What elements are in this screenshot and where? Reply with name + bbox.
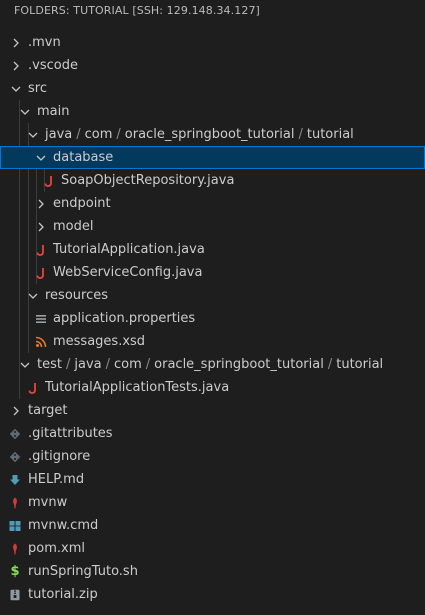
- chevron-right-icon: [8, 31, 24, 54]
- chevron-right-icon: [33, 192, 49, 215]
- chevron-right-icon: [8, 54, 24, 77]
- windows-icon: [7, 514, 23, 537]
- chevron-down-icon: [25, 123, 41, 146]
- tree-item-gitignore[interactable]: .gitignore: [0, 445, 425, 468]
- tree-item-mvnw[interactable]: mvnw: [0, 491, 425, 514]
- tree-item-tutorial-tests[interactable]: TutorialApplicationTests.java: [0, 376, 425, 399]
- path-segment[interactable]: java: [74, 357, 101, 372]
- compact-folder-path: java / com / oracle_springboot_tutorial / tuto…: [45, 123, 354, 146]
- tree-item-label: .vscode: [28, 58, 78, 73]
- tree-item-label: mvnw.cmd: [28, 518, 99, 533]
- tree-item-label: .gitignore: [28, 449, 91, 464]
- tree-item-label: src: [28, 81, 47, 96]
- path-segment[interactable]: tutorial: [307, 127, 354, 142]
- shell-dollar-icon: $: [10, 564, 20, 579]
- tree-item-application-properties[interactable]: application.properties: [0, 307, 425, 330]
- maven-icon: [7, 491, 23, 514]
- path-segment[interactable]: java: [45, 127, 72, 142]
- tree-item-label: mvnw: [28, 495, 68, 510]
- path-segment[interactable]: tutorial: [336, 357, 383, 372]
- tree-item-gitattributes[interactable]: .gitattributes: [0, 422, 425, 445]
- tree-item-target[interactable]: target: [0, 399, 425, 422]
- zip-file-icon: [7, 583, 23, 606]
- chevron-down-icon: [25, 284, 41, 307]
- tree-item-mvn[interactable]: .mvn: [0, 31, 425, 54]
- tree-item-pom-xml[interactable]: pom.xml: [0, 537, 425, 560]
- tree-item-run-sh[interactable]: $ runSpringTuto.sh: [0, 560, 425, 583]
- tree-item-label: resources: [45, 288, 109, 303]
- chevron-down-icon: [8, 77, 24, 100]
- chevron-down-icon: [17, 353, 33, 376]
- path-separator: /: [65, 357, 71, 372]
- tree-item-messages-xsd[interactable]: messages.xsd: [0, 330, 425, 353]
- tree-item-model[interactable]: model: [0, 215, 425, 238]
- tree-item-label: .gitattributes: [28, 426, 113, 441]
- compact-folder-path: test / java / com / oracle_springboot_tutorial…: [37, 353, 383, 376]
- tree-item-resources[interactable]: resources: [0, 284, 425, 307]
- tree-item-label: model: [53, 219, 94, 234]
- java-icon: [25, 376, 41, 399]
- path-segment[interactable]: oracle_springboot_tutorial: [154, 357, 324, 372]
- path-separator: /: [145, 357, 151, 372]
- path-segment[interactable]: test: [37, 357, 62, 372]
- java-icon: [33, 261, 49, 284]
- markdown-icon: [7, 468, 23, 491]
- path-segment[interactable]: com: [114, 357, 142, 372]
- tree-item-label: database: [53, 150, 114, 165]
- tree-item-java-package[interactable]: java / com / oracle_springboot_tutorial / tuto…: [0, 123, 425, 146]
- tree-item-tutorial-zip[interactable]: tutorial.zip: [0, 583, 425, 606]
- git-icon: [7, 422, 23, 445]
- file-tree: .mvn .vscode src main java / com / oracle_sp…: [0, 31, 425, 606]
- git-icon: [7, 445, 23, 468]
- tree-item-test-package[interactable]: test / java / com / oracle_springboot_tutorial…: [0, 353, 425, 376]
- tree-item-label: messages.xsd: [53, 334, 146, 349]
- maven-icon: [7, 537, 23, 560]
- tree-item-src[interactable]: src: [0, 77, 425, 100]
- tree-item-label: endpoint: [53, 196, 111, 211]
- tree-item-label: TutorialApplicationTests.java: [45, 380, 230, 395]
- path-separator: /: [105, 357, 110, 372]
- tree-item-database[interactable]: database: [0, 146, 425, 169]
- java-icon: [33, 238, 49, 261]
- chevron-down-icon: [17, 100, 33, 123]
- chevron-right-icon: [33, 215, 49, 238]
- tree-item-label: main: [37, 104, 70, 119]
- tree-item-label: HELP.md: [28, 472, 85, 487]
- java-icon: [41, 169, 57, 192]
- tree-item-label: SoapObjectRepository.java: [61, 173, 235, 188]
- explorer-header: FOLDERS: TUTORIAL [SSH: 129.148.34.127]: [14, 4, 260, 17]
- tree-item-label: pom.xml: [28, 541, 85, 556]
- tree-item-webservice-config[interactable]: WebServiceConfig.java: [0, 261, 425, 284]
- rss-xml-icon: [33, 330, 49, 353]
- path-segment[interactable]: com: [85, 127, 113, 142]
- tree-item-tutorial-application[interactable]: TutorialApplication.java: [0, 238, 425, 261]
- path-separator: /: [116, 127, 121, 142]
- tree-item-label: .mvn: [28, 35, 61, 50]
- tree-item-main[interactable]: main: [0, 100, 425, 123]
- tree-item-label: tutorial.zip: [28, 587, 98, 602]
- path-separator: /: [298, 127, 303, 142]
- tree-item-mvnw-cmd[interactable]: mvnw.cmd: [0, 514, 425, 537]
- tree-item-vscode[interactable]: .vscode: [0, 54, 425, 77]
- tree-item-label: TutorialApplication.java: [53, 242, 205, 257]
- tree-item-soap-repository[interactable]: SoapObjectRepository.java: [0, 169, 425, 192]
- tree-item-label: application.properties: [53, 311, 196, 326]
- tree-item-endpoint[interactable]: endpoint: [0, 192, 425, 215]
- path-separator: /: [327, 357, 333, 372]
- tree-item-label: WebServiceConfig.java: [53, 265, 203, 280]
- path-segment[interactable]: oracle_springboot_tutorial: [125, 127, 295, 142]
- settings-file-icon: [33, 307, 49, 330]
- tree-item-help-md[interactable]: HELP.md: [0, 468, 425, 491]
- tree-item-label: runSpringTuto.sh: [28, 564, 138, 579]
- tree-item-label: target: [28, 403, 68, 418]
- path-separator: /: [76, 127, 81, 142]
- chevron-down-icon: [33, 146, 49, 169]
- chevron-right-icon: [8, 399, 24, 422]
